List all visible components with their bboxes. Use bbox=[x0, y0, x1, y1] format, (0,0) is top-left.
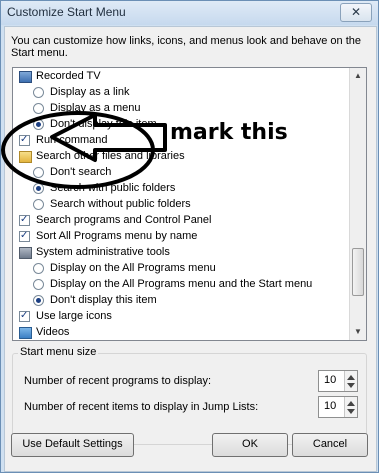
radio-button[interactable] bbox=[33, 279, 44, 290]
option-label: Don't display this item bbox=[50, 118, 157, 130]
jump-lists-stepper[interactable]: 10 bbox=[318, 396, 358, 418]
option-label: Videos bbox=[36, 326, 70, 338]
videos-icon bbox=[19, 327, 32, 339]
close-button[interactable]: ✕ bbox=[340, 3, 372, 22]
down-arrow-icon[interactable] bbox=[347, 409, 355, 414]
use-default-settings-button[interactable]: Use Default Settings bbox=[11, 433, 134, 457]
scroll-thumb[interactable] bbox=[352, 248, 364, 296]
scroll-down-icon[interactable]: ▼ bbox=[350, 324, 366, 340]
option-label: Sort All Programs menu by name bbox=[36, 230, 198, 242]
radio-button[interactable] bbox=[33, 295, 44, 306]
ok-button[interactable]: OK bbox=[212, 433, 288, 457]
down-arrow-icon[interactable] bbox=[347, 383, 355, 388]
dialog-body: You can customize how links, icons, and … bbox=[4, 26, 377, 472]
option-label: Use large icons bbox=[36, 310, 112, 322]
description-text: You can customize how links, icons, and … bbox=[11, 35, 361, 59]
jump-lists-value[interactable]: 10 bbox=[324, 400, 336, 412]
checkbox[interactable] bbox=[19, 132, 30, 148]
checkbox[interactable] bbox=[19, 308, 30, 324]
annotation-label: mark this bbox=[170, 120, 288, 145]
cancel-button[interactable]: Cancel bbox=[292, 433, 368, 457]
radio-button[interactable] bbox=[33, 263, 44, 274]
stepper-arrows[interactable] bbox=[344, 397, 357, 417]
up-arrow-icon[interactable] bbox=[347, 401, 355, 406]
option-label: Display on the All Programs menu bbox=[50, 262, 216, 274]
options-list: Recorded TV Display as a link Display as a… bbox=[12, 67, 367, 341]
tools-icon bbox=[19, 247, 32, 259]
option-label: Recorded TV bbox=[36, 70, 101, 82]
monitor-icon bbox=[19, 71, 32, 83]
title-bar[interactable]: Customize Start Menu ✕ bbox=[1, 1, 378, 25]
recent-programs-value[interactable]: 10 bbox=[324, 374, 336, 386]
close-icon: ✕ bbox=[350, 5, 362, 19]
recent-programs-stepper[interactable]: 10 bbox=[318, 370, 358, 392]
option-label: Search other files and libraries bbox=[36, 150, 185, 162]
option-label: Search programs and Control Panel bbox=[36, 214, 212, 226]
option-label: Don't search bbox=[50, 166, 112, 178]
start-menu-size-group: Start menu size Number of recent program… bbox=[12, 346, 367, 445]
stepper-arrows[interactable] bbox=[344, 371, 357, 391]
radio-button[interactable] bbox=[33, 87, 44, 98]
option-label: Search without public folders bbox=[50, 198, 191, 210]
radio-button[interactable] bbox=[33, 183, 44, 194]
radio-button[interactable] bbox=[33, 167, 44, 178]
radio-button[interactable] bbox=[33, 199, 44, 210]
folder-icon bbox=[19, 151, 32, 163]
group-legend: Start menu size bbox=[18, 346, 99, 358]
scroll-up-icon[interactable]: ▲ bbox=[350, 68, 366, 84]
checkbox[interactable] bbox=[19, 228, 30, 244]
option-label: Don't display this item bbox=[50, 294, 157, 306]
option-label: Display as a menu bbox=[50, 102, 141, 114]
recent-programs-label: Number of recent programs to display: bbox=[24, 375, 212, 387]
checkbox[interactable] bbox=[19, 212, 30, 228]
radio-button[interactable] bbox=[33, 103, 44, 114]
up-arrow-icon[interactable] bbox=[347, 375, 355, 380]
radio-button[interactable] bbox=[33, 119, 44, 130]
dialog-window: Customize Start Menu ✕ You can customize… bbox=[0, 0, 379, 473]
option-label: Display as a link bbox=[50, 86, 130, 98]
vertical-scrollbar[interactable]: ▲ ▼ bbox=[349, 68, 366, 340]
window-title: Customize Start Menu bbox=[7, 5, 126, 19]
option-label: System administrative tools bbox=[36, 246, 170, 258]
jump-lists-label: Number of recent items to display in Jum… bbox=[24, 401, 259, 413]
option-label: Run command bbox=[36, 134, 108, 146]
option-label: Search with public folders bbox=[50, 182, 176, 194]
option-label: Display on the All Programs menu and the… bbox=[50, 278, 313, 290]
